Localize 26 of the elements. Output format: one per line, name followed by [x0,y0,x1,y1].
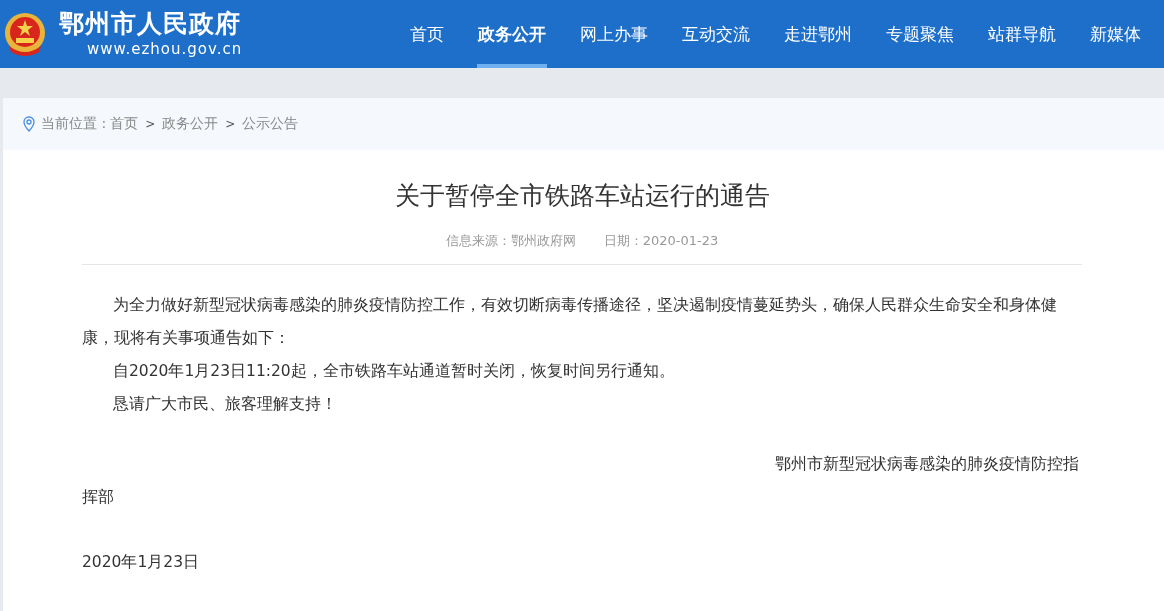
emblem-icon [3,12,47,56]
nav-tab[interactable]: 网上办事 [579,0,649,68]
nav-tab[interactable]: 走进鄂州 [783,0,853,68]
article-signature: 鄂州市新型冠状病毒感染的肺炎疫情防控指挥部 [82,454,1080,508]
breadcrumb-link[interactable]: 政务公开 [162,115,219,133]
nav-tab[interactable]: 首页 [409,0,445,68]
breadcrumb-separator: > [225,117,236,131]
nav-tab[interactable]: 专题聚焦 [885,0,955,68]
breadcrumb-label: 当前位置 : [41,115,107,133]
article-paragraph: 为全力做好新型冠状病毒感染的肺炎疫情防控工作，有效切断病毒传播途径，坚决遏制疫情蔓延势头，确保人民群众生命安全和身体健康，现将有关事项通告如下： [82,295,1058,349]
location-pin-icon [23,116,35,132]
nav-tab[interactable]: 政务公开 [477,0,547,68]
breadcrumb-link[interactable]: 公示公告 [242,115,299,133]
breadcrumb-link[interactable]: 首页 [110,115,139,133]
breadcrumb-separator: > [145,117,156,131]
article-paragraph: 自2020年1月23日11:20起，全市铁路车站通道暂时关闭，恢复时间另行通知。 [112,361,676,382]
site-name: 鄂州市人民政府 [59,9,242,39]
article-title: 关于暂停全市铁路车站运行的通告 [393,180,771,212]
nav-tab[interactable]: 站群导航 [987,0,1057,68]
nav-tab[interactable]: 新媒体 [1089,0,1142,68]
nav-tab[interactable]: 互动交流 [681,0,751,68]
site-url: www.ezhou.gov.cn [87,39,243,59]
signed-date: 2020年1月23日 [82,552,201,573]
article-paragraph: 恳请广大市民、旅客理解支持！ [112,394,338,415]
article-source: 信息来源：鄂州政府网 [445,232,576,250]
article-date: 日期：2020-01-23 [603,232,719,250]
